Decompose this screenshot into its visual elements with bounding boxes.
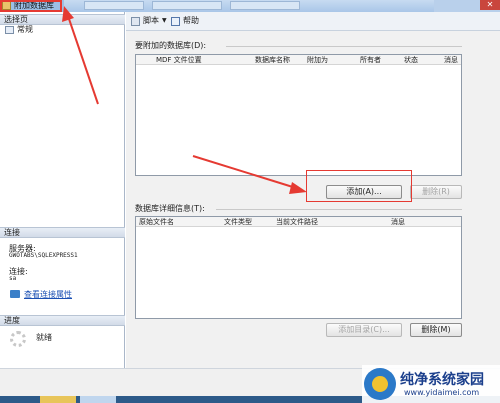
general-page-icon bbox=[5, 26, 14, 34]
grid-header: 原始文件名 文件类型 当前文件路径 消息 bbox=[136, 217, 461, 227]
column-header[interactable]: 原始文件名 bbox=[139, 217, 174, 227]
progress-status: 就绪 bbox=[36, 333, 52, 342]
group-divider bbox=[216, 209, 462, 210]
watermark-brand: 纯净系统家园 bbox=[400, 372, 484, 388]
taskbar-item[interactable] bbox=[40, 396, 76, 403]
column-header[interactable]: 所有者 bbox=[360, 55, 381, 65]
add-button-highlight-box bbox=[306, 170, 412, 202]
column-header[interactable]: MDF 文件位置 bbox=[156, 55, 202, 65]
attach-databases-label: 要附加的数据库(D): bbox=[135, 41, 207, 50]
watermark-logo-inner bbox=[372, 376, 388, 392]
column-header[interactable]: 数据库名称 bbox=[255, 55, 290, 65]
column-header[interactable]: 状态 bbox=[404, 55, 418, 65]
view-connection-properties-link[interactable]: 查看连接属性 bbox=[24, 289, 72, 300]
attach-databases-grid[interactable]: MDF 文件位置 数据库名称 附加为 所有者 状态 消息 bbox=[135, 54, 462, 176]
background-tab[interactable] bbox=[84, 1, 144, 10]
close-button[interactable]: ✕ bbox=[480, 0, 500, 10]
group-divider bbox=[226, 46, 462, 47]
column-header[interactable]: 附加为 bbox=[307, 55, 328, 65]
background-tab[interactable] bbox=[152, 1, 222, 10]
progress-spinner-icon bbox=[10, 331, 26, 347]
connection-value: sa bbox=[9, 275, 17, 282]
database-details-grid[interactable]: 原始文件名 文件类型 当前文件路径 消息 bbox=[135, 216, 462, 319]
connection-properties-icon bbox=[10, 290, 20, 298]
remove-file-button[interactable]: 删除(M) bbox=[410, 323, 462, 337]
column-header[interactable]: 消息 bbox=[444, 55, 458, 65]
server-value: GWOTABS\SQLEXPRESS1 bbox=[9, 252, 78, 259]
background-tab[interactable] bbox=[230, 1, 300, 10]
help-button[interactable]: 帮助 bbox=[183, 16, 199, 26]
page-item-general[interactable]: 常规 bbox=[17, 25, 33, 35]
remove-database-button[interactable]: 删除(R) bbox=[410, 185, 462, 199]
watermark-url: www.yidaimei.com bbox=[404, 388, 480, 397]
select-page-header: 选择页 bbox=[0, 14, 125, 25]
progress-header: 进度 bbox=[0, 315, 125, 326]
add-catalog-button[interactable]: 添加目录(C)... bbox=[326, 323, 402, 337]
database-details-label: 数据库详细信息(T): bbox=[135, 204, 205, 213]
column-header[interactable]: 文件类型 bbox=[224, 217, 252, 227]
script-icon bbox=[131, 17, 140, 26]
help-icon bbox=[171, 17, 180, 26]
column-header[interactable]: 消息 bbox=[391, 217, 405, 227]
chevron-down-icon[interactable]: ▼ bbox=[162, 16, 167, 26]
taskbar-item[interactable] bbox=[80, 396, 116, 403]
connection-header: 连接 bbox=[0, 227, 125, 238]
column-header[interactable]: 当前文件路径 bbox=[276, 217, 318, 227]
title-highlight-box bbox=[0, 0, 62, 12]
script-button[interactable]: 脚本 bbox=[143, 16, 159, 26]
grid-header: MDF 文件位置 数据库名称 附加为 所有者 状态 消息 bbox=[136, 55, 461, 65]
